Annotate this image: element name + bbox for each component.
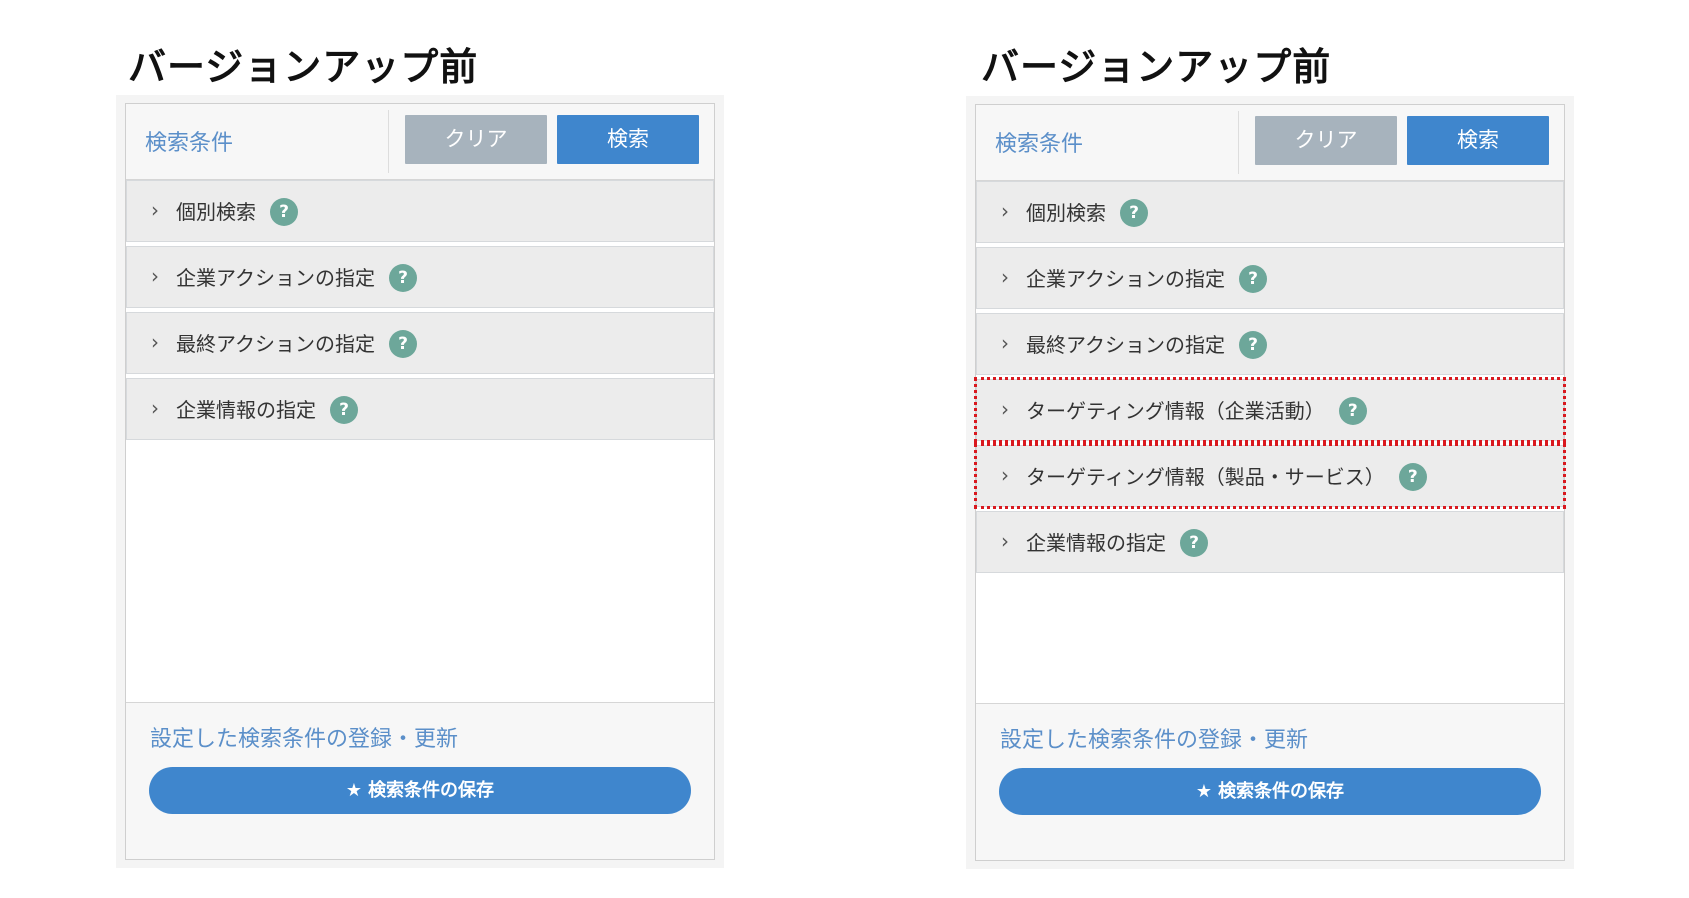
star-icon: ★ <box>345 780 363 801</box>
condition-item-label: 企業アクションの指定 <box>1026 267 1225 291</box>
question-circle-icon[interactable]: ? <box>1120 199 1148 227</box>
register-update-link[interactable]: 設定した検索条件の登録・更新 <box>1000 722 1308 754</box>
panel-footer: 設定した検索条件の登録・更新 ★ 検索条件の保存 <box>976 703 1564 860</box>
chevron-right-icon: › <box>1001 463 1009 487</box>
panel-header-title: 検索条件 <box>145 131 234 156</box>
save-conditions-button[interactable]: ★ 検索条件の保存 <box>999 768 1541 815</box>
condition-item-label: ターゲティング情報（企業活動） <box>1026 399 1325 423</box>
condition-item-label: 最終アクションの指定 <box>176 332 375 356</box>
chevron-right-icon: › <box>1001 529 1009 553</box>
save-button-label: 検索条件の保存 <box>1218 781 1345 802</box>
question-circle-icon[interactable]: ? <box>330 396 358 424</box>
chevron-right-icon: › <box>1001 397 1009 421</box>
condition-item-last-action[interactable]: › 最終アクションの指定? <box>126 312 714 374</box>
panel-footer: 設定した検索条件の登録・更新 ★ 検索条件の保存 <box>126 702 714 859</box>
clear-button[interactable]: クリア <box>405 115 547 164</box>
chevron-right-icon: › <box>151 396 159 420</box>
chevron-right-icon: › <box>151 264 159 288</box>
register-update-link[interactable]: 設定した検索条件の登録・更新 <box>150 721 458 753</box>
condition-item-targeting-activity[interactable]: › ターゲティング情報（企業活動）? <box>974 377 1566 443</box>
chevron-right-icon: › <box>151 198 159 222</box>
search-button[interactable]: 検索 <box>1407 116 1549 165</box>
question-circle-icon[interactable]: ? <box>1180 529 1208 557</box>
condition-item-company-info[interactable]: › 企業情報の指定? <box>126 378 714 440</box>
right-search-panel: 検索条件 クリア 検索 › 個別検索? › 企業アクションの指定? › 最終アク… <box>974 104 1566 861</box>
chevron-right-icon: › <box>1001 199 1009 223</box>
condition-item-label: 最終アクションの指定 <box>1026 333 1225 357</box>
chevron-right-icon: › <box>1001 331 1009 355</box>
question-circle-icon[interactable]: ? <box>1239 331 1267 359</box>
header-divider <box>388 110 389 173</box>
condition-list: › 個別検索? › 企業アクションの指定? › 最終アクションの指定? › ター… <box>974 181 1566 577</box>
condition-item-company-action[interactable]: › 企業アクションの指定? <box>976 247 1564 309</box>
clear-button[interactable]: クリア <box>1255 116 1397 165</box>
question-circle-icon[interactable]: ? <box>1338 397 1367 425</box>
condition-item-label: 個別検索 <box>176 200 256 224</box>
right-column-heading: バージョンアップ前 <box>981 45 1332 89</box>
question-circle-icon[interactable]: ? <box>1239 265 1267 293</box>
save-conditions-button[interactable]: ★ 検索条件の保存 <box>149 767 691 814</box>
condition-item-label: 企業アクションの指定 <box>176 266 375 290</box>
star-icon: ★ <box>1195 781 1213 802</box>
condition-item-company-info[interactable]: › 企業情報の指定? <box>976 511 1564 573</box>
condition-list: › 個別検索? › 企業アクションの指定? › 最終アクションの指定? › 企業… <box>126 180 714 444</box>
condition-item-company-action[interactable]: › 企業アクションの指定? <box>126 246 714 308</box>
left-column-heading: バージョンアップ前 <box>128 45 479 89</box>
question-circle-icon[interactable]: ? <box>270 198 298 226</box>
question-circle-icon[interactable]: ? <box>1398 463 1427 491</box>
panel-header: 検索条件 クリア 検索 <box>126 104 714 180</box>
question-circle-icon[interactable]: ? <box>389 264 417 292</box>
right-panel-frame: 検索条件 クリア 検索 › 個別検索? › 企業アクションの指定? › 最終アク… <box>966 96 1574 869</box>
chevron-right-icon: › <box>151 330 159 354</box>
panel-header-title: 検索条件 <box>995 132 1084 157</box>
condition-item-label: 個別検索 <box>1026 201 1106 225</box>
condition-item-individual-search[interactable]: › 個別検索? <box>126 180 714 242</box>
condition-item-last-action[interactable]: › 最終アクションの指定? <box>976 313 1564 375</box>
left-search-panel: 検索条件 クリア 検索 › 個別検索? › 企業アクションの指定? › 最終アク… <box>125 103 715 860</box>
condition-item-label: 企業情報の指定 <box>1026 531 1166 555</box>
panel-header: 検索条件 クリア 検索 <box>976 105 1564 181</box>
search-button[interactable]: 検索 <box>557 115 699 164</box>
save-button-label: 検索条件の保存 <box>368 780 495 801</box>
condition-item-targeting-products[interactable]: › ターゲティング情報（製品・サービス）? <box>974 443 1566 509</box>
left-panel-frame: 検索条件 クリア 検索 › 個別検索? › 企業アクションの指定? › 最終アク… <box>116 95 724 868</box>
header-divider <box>1238 111 1239 174</box>
question-circle-icon[interactable]: ? <box>389 330 417 358</box>
chevron-right-icon: › <box>1001 265 1009 289</box>
condition-item-individual-search[interactable]: › 個別検索? <box>976 181 1564 243</box>
condition-item-label: 企業情報の指定 <box>176 398 316 422</box>
condition-item-label: ターゲティング情報（製品・サービス） <box>1026 465 1385 489</box>
